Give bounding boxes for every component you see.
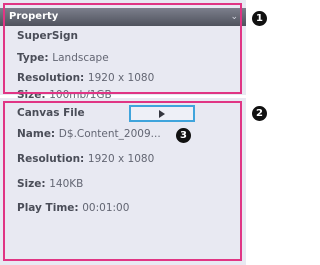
canvas-playtime-row: Play Time: 00:01:00 [17,202,129,214]
property-header-title: Property [9,11,59,22]
canvas-resolution-value: 1920 x 1080 [87,153,155,165]
property-resolution-row: Resolution: 1920 x 1080 [17,72,154,84]
callout-3: 3 [176,128,191,143]
canvas-size-row: Size: 140KB [17,178,83,190]
callout-1: 1 [252,11,267,26]
canvas-size-value: 140KB [49,178,84,190]
callout-2: 2 [252,106,267,121]
type-label: Type: [17,52,49,64]
chevron-down-icon[interactable]: ⌄ [230,8,238,26]
property-header[interactable]: Property ⌄ [0,8,246,26]
canvas-resolution-label: Resolution: [17,153,85,165]
play-button[interactable] [129,105,195,122]
canvas-file-panel: Canvas File Name: D$.Content_2009... Res… [0,98,246,265]
canvas-name-ellipsis: ... [150,128,161,140]
type-value: Landscape [52,52,109,64]
property-type-row: Type: Landscape [17,52,109,64]
canvas-name-row: Name: D$.Content_2009... [17,128,161,140]
property-panel: Property ⌄ SuperSign Type: Landscape Res… [0,0,246,101]
resolution-value: 1920 x 1080 [87,72,155,84]
canvas-name-label: Name: [17,128,56,140]
property-name: SuperSign [17,30,79,42]
canvas-size-label: Size: [17,178,46,190]
playtime-label: Play Time: [17,202,79,214]
canvas-name-value: D$.Content_2009 [58,128,151,140]
resolution-label: Resolution: [17,72,85,84]
playtime-value: 00:01:00 [82,202,130,214]
canvas-resolution-row: Resolution: 1920 x 1080 [17,153,154,165]
canvas-file-title: Canvas File [17,107,85,119]
